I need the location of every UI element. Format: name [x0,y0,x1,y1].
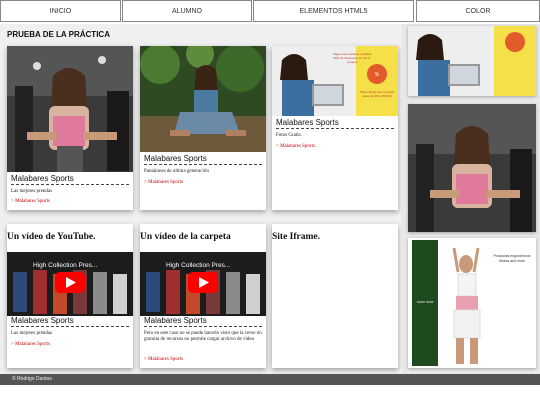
card-link[interactable]: > Malabares Sports [144,357,183,362]
card-description: Pero en este caso no se puede hacerlo vi… [144,331,262,342]
section-heading-iframe: Site Iframe. [272,232,321,242]
section-heading-folder: Un vídeo de la carpeta [140,232,231,242]
page-title: PRUEBA DE LA PRÁCTICA [7,30,110,39]
video-title: High Collection Pres... [33,262,98,269]
card-divider [11,184,129,185]
card-description: Las mejores prendas [11,331,53,336]
card-gym: Malabares Sports Las mejores prendas > M… [7,46,133,210]
card-iframe: Site Iframe. [272,224,398,368]
card-link[interactable]: > Malabares Sports [276,144,315,149]
card-divider [11,326,129,327]
ad-banner [408,26,536,96]
aside-ad[interactable] [408,26,536,96]
card-video-folder: Un vídeo de la carpeta High Collection P… [140,224,266,368]
card-divider [144,164,262,165]
gym-photo [7,46,133,172]
footer: © Rodrigo Dantas [0,374,540,385]
main-content: PRUEBA DE LA PRÁCTICA Malabares Sports L… [0,24,402,374]
card-description: Las mejores prendas [11,189,53,194]
card-title: Malabares Sports [11,174,74,183]
footer-copyright: © Rodrigo Dantas [12,376,52,382]
nav-inicio[interactable]: INICIO [0,0,121,22]
promo-badge[interactable]: SHOP NOW [414,300,436,304]
card-link[interactable]: > Malabares Sports [11,342,50,347]
top-nav: INICIO ALUMNO ELEMENTOS HTML5 COLOR [0,0,540,24]
card-title: Malabares Sports [276,118,339,127]
card-outdoor: Malabares Sports Pantalones de ultima ge… [140,46,266,210]
gym-photo [408,104,536,232]
card-description: Fotos Gratis. [276,133,302,138]
nav-alumno[interactable]: ALUMNO [122,0,252,22]
card-image: % Paga a tus estudios o gastos 50% de de… [272,46,398,116]
section-heading-youtube: Un vídeo de YouTube. [7,232,96,242]
aside-gym-photo[interactable] [408,104,536,232]
card-divider [144,326,262,327]
folder-video[interactable]: High Collection Pres... [140,252,266,316]
card-youtube: Un vídeo de YouTube. High Collection Pre… [7,224,133,368]
card-title: Malabares Sports [144,154,207,163]
svg-text:%: % [375,72,380,78]
card-description: Pantalones de ultima generación [144,169,209,174]
youtube-embed[interactable]: High Collection Pres... [7,252,133,316]
ad-headline: Paga a tus estudios o gastos 50% de desc… [332,52,372,64]
card-divider [276,128,394,129]
card-link[interactable]: > Malabares Sports [144,180,183,185]
outdoor-photo [140,46,266,152]
card-title: Malabares Sports [144,316,207,325]
nav-elementos-html5[interactable]: ELEMENTOS HTML5 [253,0,414,22]
ad-subline: Prime Studio tus compras antes de 9/6 LA… [359,90,395,98]
card-image [140,46,266,152]
nav-color[interactable]: COLOR [416,0,540,22]
card-title: Malabares Sports [11,316,74,325]
card-ad: % Paga a tus estudios o gastos 50% de de… [272,46,398,210]
sidebar: SHOP NOW Productos ergonómicos fitness a… [402,24,540,374]
promo-text: Productos ergonómicos fitness and more [493,254,531,263]
card-image [7,46,133,172]
aside-promo[interactable]: SHOP NOW Productos ergonómicos fitness a… [408,238,536,368]
card-link[interactable]: > Malabares Sports [11,199,50,204]
video-title: High Collection Pres... [166,262,231,269]
